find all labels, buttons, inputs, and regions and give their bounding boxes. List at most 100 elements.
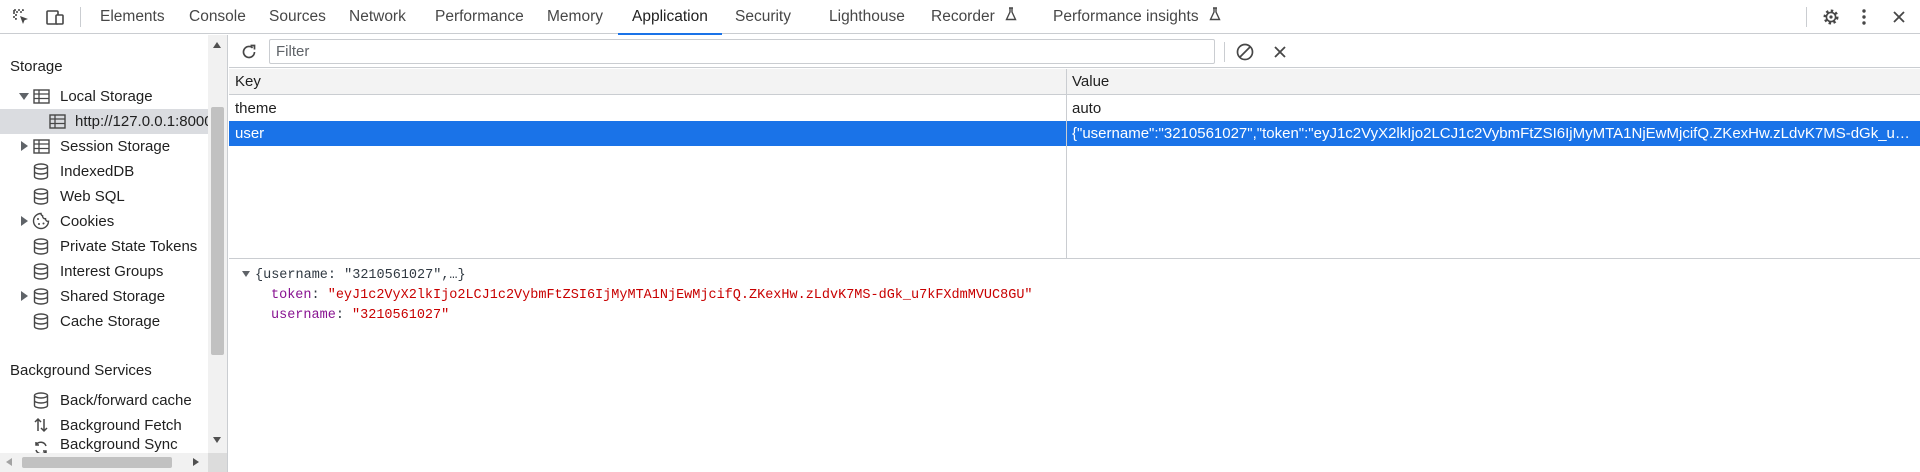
vertical-scroll-thumb[interactable] [211,107,224,355]
row-key-cell[interactable]: theme [235,96,1060,121]
tab-recorder-label: Recorder [931,8,995,25]
row-key-cell[interactable]: user [235,121,1060,146]
database-icon [32,391,50,409]
database-icon [32,262,50,280]
sidebar-item-label: Session Storage [60,138,171,155]
scroll-right-arrow-icon[interactable] [193,458,199,466]
sidebar-item-label: IndexedDB [60,163,135,180]
table-icon [32,87,50,105]
tab-performance[interactable]: Performance [435,0,524,34]
local-storage-panel: Key Value theme auto user {"username":"3… [229,35,1920,472]
flask-icon [1209,0,1221,33]
tab-memory[interactable]: Memory [547,0,603,34]
horizontal-scroll-thumb[interactable] [22,457,172,468]
database-icon [32,187,50,205]
expand-arrow-icon[interactable] [242,271,250,278]
sidebar-item-local-storage[interactable]: Local Storage [0,84,208,109]
storage-heading: Storage [10,58,63,75]
clear-all-icon[interactable] [1233,40,1257,64]
tab-performance-insights-label: Performance insights [1053,8,1199,25]
table-icon [48,112,66,130]
application-sidebar: Storage Local Storage http://127.0.0.1:8… [0,35,228,472]
sidebar-item-label: Private State Tokens [60,238,198,255]
sidebar-item-interest-groups[interactable]: Interest Groups [0,259,208,284]
column-header-value[interactable]: Value [1072,69,1109,94]
collapse-arrow-icon[interactable] [21,216,28,226]
property-key: token [271,288,312,303]
sync-icon [32,439,50,453]
gear-icon[interactable] [1820,6,1842,28]
device-toolbar-icon[interactable] [44,6,66,28]
sidebar-item-label: http://127.0.0.1:8000 [75,113,208,130]
devtools-toolbar: Elements Console Sources Network Perform… [0,0,1920,35]
tab-security[interactable]: Security [735,0,791,34]
sidebar-item-background-sync[interactable]: Background Sync [0,438,208,453]
database-icon [32,237,50,255]
sidebar-item-indexeddb[interactable]: IndexedDB [0,159,208,184]
database-icon [32,287,50,305]
more-options-icon[interactable] [1853,6,1875,28]
sidebar-item-cookies[interactable]: Cookies [0,209,208,234]
sidebar-item-label: Interest Groups [60,263,164,280]
preview-token-row: token: "eyJ1c2VyX2lkIjo2LCJ1c2VybmFtZSI6… [271,288,1033,303]
delete-selected-icon[interactable] [1268,40,1292,64]
table-row-selected[interactable]: user {"username":"3210561027","token":"e… [229,121,1920,146]
sidebar-item-web-sql[interactable]: Web SQL [0,184,208,209]
row-value-cell[interactable]: auto [1072,96,1912,121]
tab-console[interactable]: Console [189,0,246,34]
sidebar-item-label: Back/forward cache [60,392,192,409]
sidebar-item-label: Web SQL [60,188,125,205]
sidebar-item-back-forward-cache[interactable]: Back/forward cache [0,388,208,413]
sidebar-item-label: Local Storage [60,88,153,105]
cookie-icon [32,212,50,230]
expand-arrow-icon[interactable] [19,93,29,100]
preview-summary-row[interactable]: {username: "3210561027",…} [242,268,466,283]
sidebar-item-session-storage[interactable]: Session Storage [0,134,208,159]
value-preview: {username: "3210561027",…} token: "eyJ1c… [229,260,1920,472]
sidebar-item-cache-storage[interactable]: Cache Storage [0,309,208,334]
property-value: "eyJ1c2VyX2lkIjo2LCJ1c2VybmFtZSI6IjMyMTA… [327,288,1033,303]
preview-username-row: username: "3210561027" [271,308,449,323]
sidebar-item-shared-storage[interactable]: Shared Storage [0,284,208,309]
scroll-up-arrow-icon[interactable] [213,42,221,48]
collapse-arrow-icon[interactable] [21,291,28,301]
sidebar-item-label: Background Sync [60,438,178,453]
scroll-down-arrow-icon[interactable] [213,437,221,443]
scroll-left-arrow-icon[interactable] [6,458,12,466]
table-header: Key Value [229,69,1920,95]
collapse-arrow-icon[interactable] [21,141,28,151]
up-down-arrows-icon [32,416,50,434]
tab-performance-insights[interactable]: Performance insights [1053,0,1221,34]
tab-lighthouse[interactable]: Lighthouse [829,0,905,34]
column-header-key[interactable]: Key [235,69,261,94]
column-divider[interactable] [1066,69,1067,259]
filter-input[interactable] [269,39,1215,64]
row-value-cell[interactable]: {"username":"3210561027","token":"eyJ1c2… [1072,121,1912,146]
toolbar-separator [80,7,81,27]
sidebar-vertical-scrollbar[interactable] [208,35,227,453]
tab-elements[interactable]: Elements [100,0,165,34]
sidebar-item-label: Shared Storage [60,288,166,305]
toolbar-separator [1806,7,1807,27]
close-icon[interactable] [1888,6,1910,28]
toolbar-separator [1224,42,1225,62]
property-key: username [271,308,336,323]
sidebar-item-origin[interactable]: http://127.0.0.1:8000 [0,109,208,134]
refresh-icon[interactable] [237,40,261,64]
sidebar-item-background-fetch[interactable]: Background Fetch [0,413,208,438]
sidebar-item-label: Background Fetch [60,417,182,434]
database-icon [32,312,50,330]
sidebar-horizontal-scrollbar[interactable] [0,453,208,472]
filter-toolbar [229,35,1920,68]
sidebar-item-private-state-tokens[interactable]: Private State Tokens [0,234,208,259]
property-value: "3210561027" [352,308,450,323]
tab-sources[interactable]: Sources [269,0,326,34]
background-services-heading: Background Services [10,362,152,379]
table-icon [32,137,50,155]
flask-icon [1005,0,1017,33]
inspect-element-icon[interactable] [10,6,32,28]
tab-application[interactable]: Application [618,0,722,35]
table-row[interactable]: theme auto [229,96,1920,121]
tab-recorder[interactable]: Recorder [931,0,1017,34]
tab-network[interactable]: Network [349,0,406,34]
